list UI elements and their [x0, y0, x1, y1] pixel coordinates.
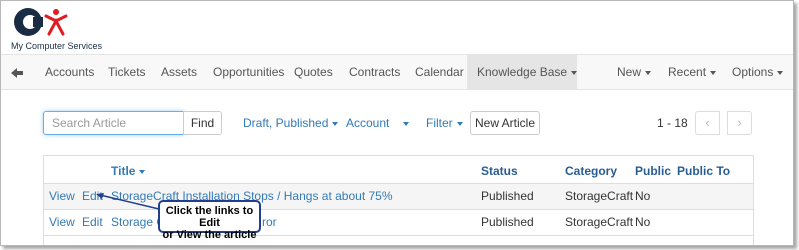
- pager-range: 1 - 18: [657, 116, 688, 130]
- arrow-left-icon[interactable]: [9, 65, 25, 81]
- nav-opportunities[interactable]: Opportunities: [213, 55, 284, 90]
- header-title[interactable]: Title: [111, 164, 146, 178]
- header-public-to[interactable]: Public To: [677, 164, 730, 178]
- filter-label: Filter: [426, 116, 453, 130]
- table-row: [44, 235, 753, 245]
- nav-assets[interactable]: Assets: [161, 55, 197, 90]
- header-public[interactable]: Public: [635, 164, 671, 178]
- category-cell: StorageCraft: [565, 189, 634, 203]
- filter-dropdown[interactable]: Filter: [426, 111, 463, 135]
- edit-link[interactable]: Edit: [82, 184, 103, 209]
- brand-logo[interactable]: My Computer Services: [11, 5, 111, 51]
- public-cell: No: [635, 215, 651, 229]
- category-cell: StorageCraft: [565, 215, 634, 229]
- articles-table: Title Status Category Public Public To V…: [43, 155, 754, 245]
- nav-recent-label: Recent: [668, 65, 707, 79]
- sort-caret-icon: [139, 169, 146, 174]
- chevron-right-icon[interactable]: ›: [727, 111, 752, 135]
- status-filter-label: Draft, Published: [243, 116, 329, 130]
- callout-line-1: Click the links to Edit: [165, 205, 254, 229]
- new-article-button[interactable]: New Article: [470, 111, 540, 135]
- header-status[interactable]: Status: [481, 164, 518, 178]
- view-link[interactable]: View: [49, 210, 75, 235]
- app-window: My Computer Services Accounts Tickets As…: [0, 0, 794, 246]
- nav-options-label: Options: [732, 65, 774, 79]
- chevron-down-icon: [332, 121, 339, 126]
- chevron-down-icon: [403, 121, 410, 126]
- nav-tickets[interactable]: Tickets: [108, 55, 146, 90]
- edit-link[interactable]: Edit: [82, 210, 103, 235]
- nav-knowledge-base-label: Knowledge Base: [477, 65, 568, 79]
- chevron-down-icon: [645, 70, 652, 75]
- article-title-link[interactable]: Storage C: [111, 210, 165, 235]
- search-input[interactable]: [43, 111, 184, 135]
- nav-new[interactable]: New: [617, 55, 652, 90]
- nav-quotes[interactable]: Quotes: [294, 55, 333, 90]
- public-cell: No: [635, 189, 651, 203]
- status-filter-dropdown[interactable]: Draft, Published: [243, 111, 339, 135]
- find-button[interactable]: Find: [183, 111, 222, 135]
- brand-name: My Computer Services: [11, 41, 103, 51]
- status-cell: Published: [481, 215, 534, 229]
- nav-calendar[interactable]: Calendar: [415, 55, 464, 90]
- header-category[interactable]: Category: [565, 164, 617, 178]
- article-title-link-end[interactable]: ror: [262, 210, 277, 235]
- table-row: View Edit StorageCraft Installation Stop…: [44, 183, 753, 209]
- nav-recent[interactable]: Recent: [668, 55, 717, 90]
- account-filter-label: Account: [346, 116, 390, 130]
- account-filter-dropdown[interactable]: Account: [346, 111, 410, 135]
- help-callout: Click the links to Edit or View the arti…: [158, 200, 261, 241]
- callout-line-2: or View the article: [162, 229, 257, 241]
- status-cell: Published: [481, 189, 534, 203]
- nav-contracts[interactable]: Contracts: [349, 55, 400, 90]
- nav-new-label: New: [617, 65, 642, 79]
- main-navbar: Accounts Tickets Assets Opportunities Qu…: [1, 54, 793, 90]
- header-title-label: Title: [111, 164, 136, 178]
- nav-options[interactable]: Options: [732, 55, 784, 90]
- chevron-down-icon: [456, 121, 463, 126]
- logo-mark-icon: [14, 8, 68, 36]
- chevron-down-icon: [710, 70, 717, 75]
- chevron-down-icon: [777, 70, 784, 75]
- nav-accounts[interactable]: Accounts: [45, 55, 94, 90]
- chevron-left-icon[interactable]: ‹: [695, 111, 720, 135]
- view-link[interactable]: View: [49, 184, 75, 209]
- nav-knowledge-base[interactable]: Knowledge Base: [467, 55, 578, 90]
- chevron-down-icon: [571, 70, 578, 75]
- table-row: View Edit Storage C ror Published Storag…: [44, 209, 753, 235]
